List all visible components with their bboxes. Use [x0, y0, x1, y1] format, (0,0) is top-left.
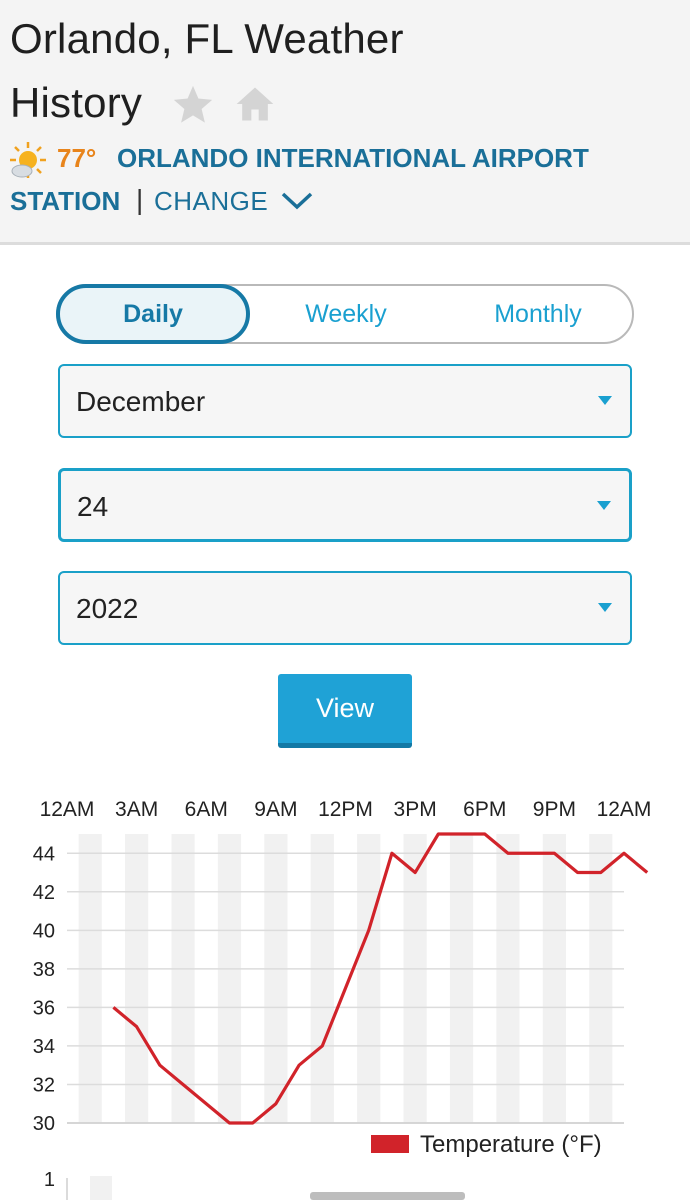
month-select[interactable]: December — [58, 364, 632, 438]
year-select-value: 2022 — [76, 593, 139, 624]
separator: | — [136, 184, 144, 215]
station-name[interactable]: ORLANDO INTERNATIONAL AIRPORT — [117, 143, 589, 174]
scroll-handle — [310, 1192, 465, 1200]
y-tick-label: 34 — [33, 1036, 55, 1058]
dropdown-arrow-icon — [597, 501, 611, 510]
y-tick-label: 36 — [33, 997, 55, 1019]
chart-band — [264, 834, 288, 1123]
y-tick-label: 44 — [33, 843, 55, 865]
y-tick-label: 32 — [33, 1074, 55, 1096]
day-select-value: 24 — [77, 491, 109, 522]
x-tick-label: 9PM — [533, 798, 576, 821]
period-toggle: Daily Weekly Monthly — [56, 284, 634, 344]
second-chart-y-tick: 1 — [44, 1169, 55, 1191]
x-tick-label: 12PM — [318, 798, 373, 821]
x-tick-label: 12AM — [40, 798, 95, 821]
chart-band — [125, 834, 149, 1123]
star-icon[interactable] — [170, 82, 216, 128]
page-header: Orlando, FL Weather History 77° ORLANDO … — [0, 0, 690, 245]
chart-band — [310, 834, 334, 1123]
temperature-chart: 12AM 3AM 6AM 9AM 12PM 3PM 6PM 9PM 12AM 30 32 34 36 38… — [33, 798, 652, 1200]
y-tick-label: 38 — [33, 959, 55, 981]
station-name-line2[interactable]: STATION — [10, 186, 120, 217]
chart-band — [217, 834, 242, 1123]
year-select[interactable]: 2022 — [58, 571, 632, 645]
x-tick-label: 3AM — [115, 798, 158, 821]
dropdown-arrow-icon — [598, 603, 612, 612]
day-select[interactable]: 24 — [58, 468, 632, 542]
legend-swatch — [371, 1135, 409, 1153]
change-station-link[interactable]: CHANGE — [154, 186, 268, 217]
x-tick-label: 6PM — [463, 798, 506, 821]
chart-band — [78, 834, 102, 1123]
second-chart-band — [90, 1176, 112, 1200]
x-tick-label: 9AM — [254, 798, 297, 821]
view-button[interactable]: View — [278, 674, 412, 748]
chart-band — [589, 834, 613, 1123]
chart-band — [357, 834, 381, 1123]
y-tick-label: 40 — [33, 920, 55, 942]
chart-band — [449, 834, 474, 1123]
legend-label: Temperature (°F) — [420, 1131, 602, 1158]
y-tick-label: 42 — [33, 882, 55, 904]
tab-monthly[interactable]: Monthly — [458, 284, 618, 344]
tab-weekly[interactable]: Weekly — [258, 284, 434, 344]
current-temperature: 77° — [57, 143, 97, 173]
y-tick-label: 30 — [33, 1113, 55, 1135]
sun-cloud-icon — [10, 142, 46, 178]
chart-band — [542, 834, 566, 1123]
x-tick-label: 3PM — [394, 798, 437, 821]
page-title-line2: History — [10, 79, 143, 126]
page-title: Orlando, FL Weather — [10, 15, 404, 62]
tab-daily[interactable]: Daily — [56, 284, 250, 344]
home-icon[interactable] — [232, 82, 278, 126]
chart-band — [403, 834, 427, 1123]
x-tick-label: 6AM — [185, 798, 228, 821]
x-tick-label: 12AM — [597, 798, 652, 821]
dropdown-arrow-icon — [598, 396, 612, 405]
month-select-value: December — [76, 386, 206, 417]
chevron-down-icon[interactable] — [280, 190, 314, 212]
chart-band — [496, 834, 520, 1123]
